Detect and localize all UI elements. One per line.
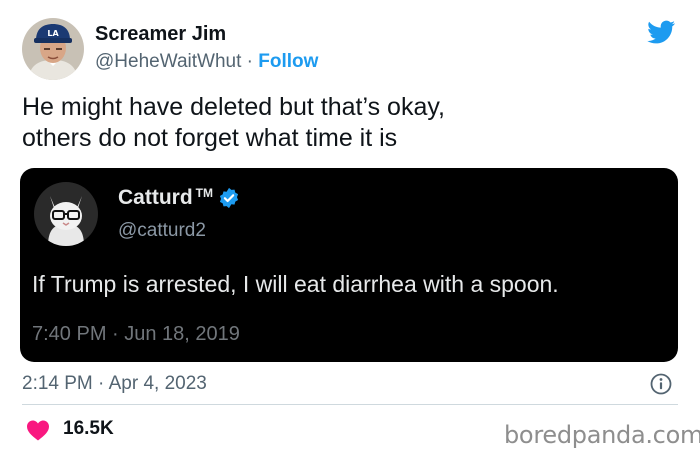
svg-text:LA: LA: [47, 29, 59, 38]
trademark-mark: TM: [195, 186, 213, 200]
author-avatar[interactable]: LA: [22, 18, 84, 80]
embedded-author-avatar[interactable]: [34, 182, 98, 246]
embedded-tweet-card[interactable]: Catturd TM @catturd2 If Trump is arreste…: [20, 168, 678, 362]
embedded-author-name[interactable]: Catturd TM: [118, 186, 240, 210]
embedded-tweet-timestamp[interactable]: 7:40 PM · Jun 18, 2019: [32, 323, 240, 346]
tweet-text-line: He might have deleted but that’s okay,: [22, 93, 445, 121]
heart-icon[interactable]: [26, 419, 50, 441]
follow-button[interactable]: Follow: [258, 51, 318, 72]
like-count[interactable]: 16.5K: [63, 418, 114, 440]
author-handle-line: @HeheWaitWhut · Follow: [95, 51, 318, 73]
author-name[interactable]: Screamer Jim: [95, 23, 226, 46]
tweet-timestamp[interactable]: 2:14 PM · Apr 4, 2023: [22, 373, 207, 395]
twitter-bird-icon[interactable]: [645, 18, 678, 46]
embedded-author-name-text: Catturd: [118, 186, 193, 209]
embedded-author-handle[interactable]: @catturd2: [118, 220, 206, 242]
author-handle[interactable]: @HeheWaitWhut: [95, 51, 241, 72]
embedded-tweet-text: If Trump is arrested, I will eat diarrhe…: [32, 271, 559, 297]
tweet-text-line: others do not forget what time it is: [22, 124, 398, 152]
info-icon[interactable]: [650, 373, 672, 395]
separator: ·: [246, 51, 253, 72]
divider: [22, 404, 678, 405]
watermark: boredpanda.com: [504, 421, 700, 449]
tweet-text: He might have deleted but that’s okay, o…: [22, 92, 682, 154]
verified-badge-icon: [219, 187, 239, 209]
